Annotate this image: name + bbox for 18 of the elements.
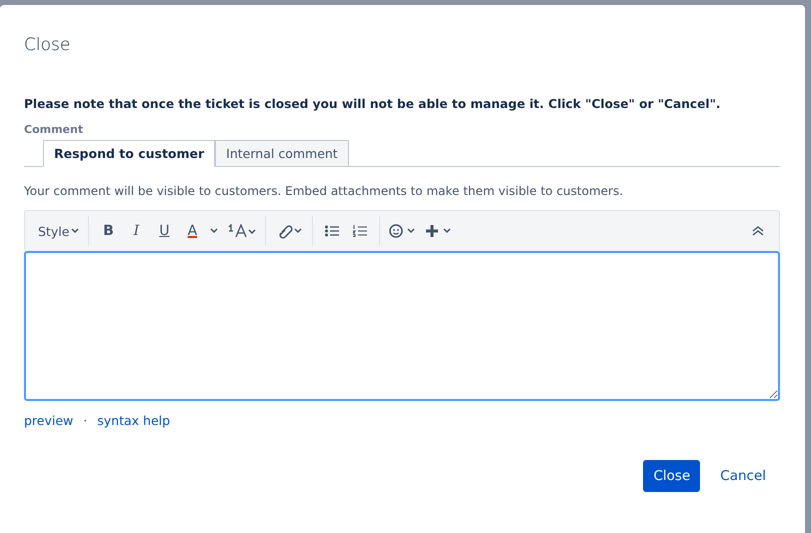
preview-link[interactable]: preview [24,413,74,428]
italic-button[interactable]: I [123,217,150,245]
visibility-note: Your comment will be visible to customers. Embed attachments to make them visible to customers. [24,184,624,198]
underline-button[interactable]: U [151,217,178,245]
close-button[interactable]: Close [643,460,700,492]
style-dropdown[interactable]: Style [35,217,82,245]
dialog-title: Close [24,35,72,55]
bold-button[interactable]: B [95,217,122,245]
text-color-button[interactable]: A [179,217,206,245]
caret-icon [71,228,80,234]
separator-dot: · [83,413,88,428]
tab[interactable]: Respond to customer [43,140,216,167]
notice-text: Please note that once the ticket is closed you will not be able to manage it. Click "Close" or "Cancel". [24,97,722,111]
syntax-help-link[interactable]: syntax help [97,413,170,428]
tab[interactable]: Internal comment [215,140,349,167]
field-label: Comment [24,123,84,136]
cancel-button[interactable]: Cancel [708,460,778,492]
comment-field[interactable] [24,251,780,401]
